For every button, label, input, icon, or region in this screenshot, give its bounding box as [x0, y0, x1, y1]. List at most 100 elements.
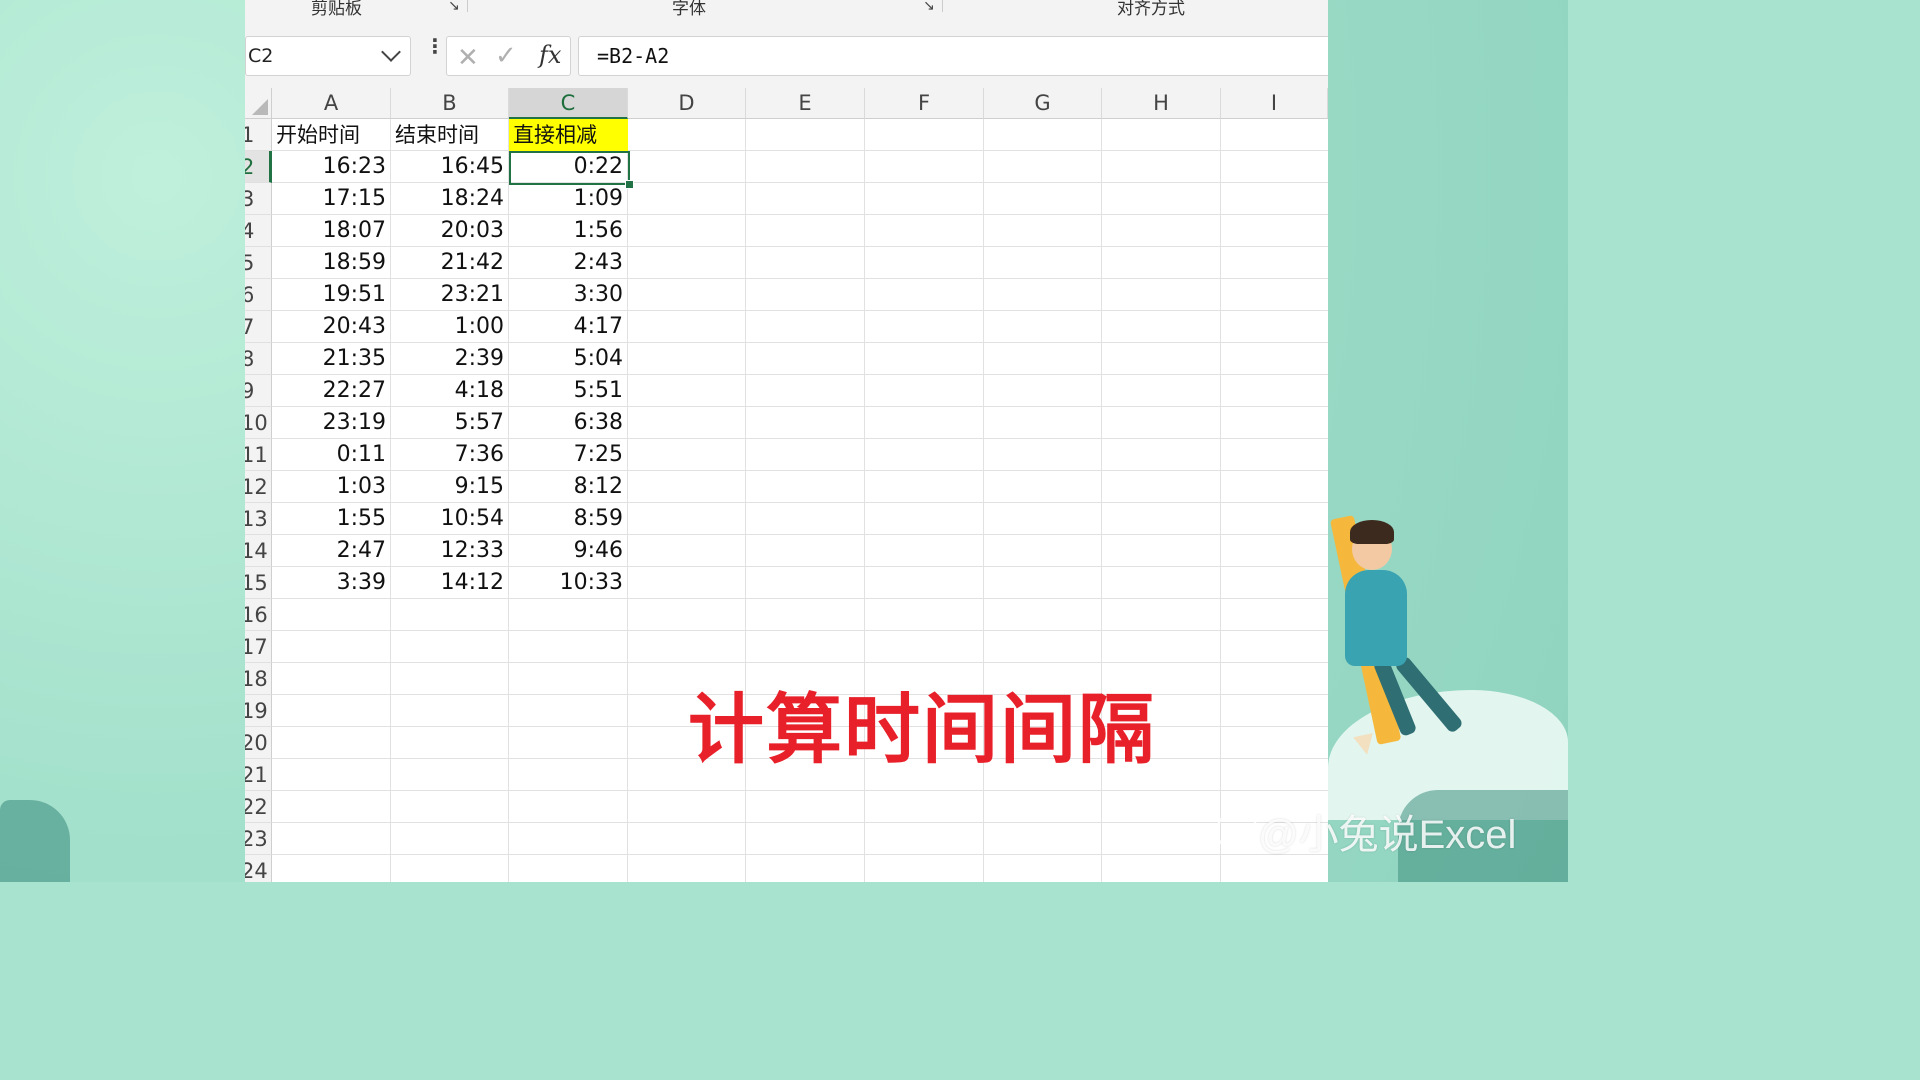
cell-b1[interactable]: 结束时间 [391, 119, 509, 151]
row-header-22[interactable]: 22 [245, 791, 272, 823]
cell-c11[interactable]: 7:25 [509, 439, 628, 471]
ribbon-group-font: 字体 [672, 0, 706, 19]
cell-b4[interactable]: 20:03 [391, 215, 509, 247]
cell-a3[interactable]: 17:15 [272, 183, 391, 215]
row-header-11[interactable]: 11 [245, 439, 272, 471]
row-header-1[interactable]: 1 [245, 119, 272, 151]
formula-input[interactable]: =B2-A2 [578, 36, 1328, 76]
row-header-3[interactable]: 3 [245, 183, 272, 215]
dialog-launcher-icon[interactable]: ↘ [923, 0, 935, 14]
row-header-14[interactable]: 14 [245, 535, 272, 567]
ribbon-strip: 剪贴板 ↘ 字体 ↘ 对齐方式 [245, 0, 1328, 23]
row-header-16[interactable]: 16 [245, 599, 272, 631]
cell-a6[interactable]: 19:51 [272, 279, 391, 311]
cell-c3[interactable]: 1:09 [509, 183, 628, 215]
column-header-h[interactable]: H [1102, 88, 1221, 119]
row-header-21[interactable]: 21 [245, 759, 272, 791]
cell-c9[interactable]: 5:51 [509, 375, 628, 407]
fill-handle[interactable] [625, 180, 634, 189]
ribbon-group-alignment: 对齐方式 [1117, 0, 1185, 19]
row-header-23[interactable]: 23 [245, 823, 272, 855]
cell-b6[interactable]: 23:21 [391, 279, 509, 311]
cell-b9[interactable]: 4:18 [391, 375, 509, 407]
cell-a12[interactable]: 1:03 [272, 471, 391, 503]
row-header-12[interactable]: 12 [245, 471, 272, 503]
column-header-i[interactable]: I [1221, 88, 1328, 119]
cell-c14[interactable]: 9:46 [509, 535, 628, 567]
cell-c4[interactable]: 1:56 [509, 215, 628, 247]
column-header-a[interactable]: A [272, 88, 391, 119]
grid-line [272, 822, 1328, 823]
pencil-tip [1353, 733, 1377, 757]
cell-b10[interactable]: 5:57 [391, 407, 509, 439]
overlay-title: 计算时间间隔 [688, 685, 1156, 774]
cell-a13[interactable]: 1:55 [272, 503, 391, 535]
cell-b2[interactable]: 16:45 [391, 151, 509, 183]
cell-a4[interactable]: 18:07 [272, 215, 391, 247]
chevron-down-icon[interactable] [381, 42, 401, 62]
more-options-icon[interactable]: ⋮ [425, 34, 445, 58]
cell-a15[interactable]: 3:39 [272, 567, 391, 599]
cell-b8[interactable]: 2:39 [391, 343, 509, 375]
dialog-launcher-icon[interactable]: ↘ [448, 0, 460, 14]
cell-c6[interactable]: 3:30 [509, 279, 628, 311]
enter-check-icon[interactable]: ✓ [495, 41, 517, 71]
row-header-2[interactable]: 2 [245, 151, 272, 183]
cell-a1[interactable]: 开始时间 [272, 119, 391, 151]
grid-line [272, 790, 1328, 791]
cell-a2[interactable]: 16:23 [272, 151, 391, 183]
row-header-4[interactable]: 4 [245, 215, 272, 247]
cell-b3[interactable]: 18:24 [391, 183, 509, 215]
cell-c5[interactable]: 2:43 [509, 247, 628, 279]
cell-c7[interactable]: 4:17 [509, 311, 628, 343]
ribbon-divider [467, 0, 468, 12]
formula-buttons: ✕ ✓ fx [446, 36, 571, 76]
column-header-b[interactable]: B [391, 88, 509, 119]
cell-b15[interactable]: 14:12 [391, 567, 509, 599]
name-box[interactable]: C2 [245, 36, 411, 76]
column-header-f[interactable]: F [865, 88, 984, 119]
row-header-13[interactable]: 13 [245, 503, 272, 535]
row-header-20[interactable]: 20 [245, 727, 272, 759]
character-body [1345, 570, 1407, 666]
cell-a7[interactable]: 20:43 [272, 311, 391, 343]
cell-c15[interactable]: 10:33 [509, 567, 628, 599]
cell-b14[interactable]: 12:33 [391, 535, 509, 567]
row-header-8[interactable]: 8 [245, 343, 272, 375]
cell-a5[interactable]: 18:59 [272, 247, 391, 279]
cell-c12[interactable]: 8:12 [509, 471, 628, 503]
row-header-15[interactable]: 15 [245, 567, 272, 599]
cell-a9[interactable]: 22:27 [272, 375, 391, 407]
row-header-17[interactable]: 17 [245, 631, 272, 663]
cell-a11[interactable]: 0:11 [272, 439, 391, 471]
row-header-9[interactable]: 9 [245, 375, 272, 407]
cell-c2[interactable]: 0:22 [509, 151, 628, 183]
cell-b7[interactable]: 1:00 [391, 311, 509, 343]
formula-text: =B2-A2 [597, 44, 670, 68]
cell-b5[interactable]: 21:42 [391, 247, 509, 279]
cell-b11[interactable]: 7:36 [391, 439, 509, 471]
row-header-10[interactable]: 10 [245, 407, 272, 439]
cell-a14[interactable]: 2:47 [272, 535, 391, 567]
select-all-corner[interactable] [245, 88, 272, 119]
column-header-d[interactable]: D [628, 88, 746, 119]
column-header-g[interactable]: G [984, 88, 1102, 119]
column-header-e[interactable]: E [746, 88, 865, 119]
cell-c1[interactable]: 直接相减 [509, 119, 628, 151]
row-header-6[interactable]: 6 [245, 279, 272, 311]
cell-c13[interactable]: 8:59 [509, 503, 628, 535]
insert-function-icon[interactable]: fx [539, 41, 561, 69]
row-header-18[interactable]: 18 [245, 663, 272, 695]
cell-b13[interactable]: 10:54 [391, 503, 509, 535]
cell-b12[interactable]: 9:15 [391, 471, 509, 503]
row-header-7[interactable]: 7 [245, 311, 272, 343]
cell-a8[interactable]: 21:35 [272, 343, 391, 375]
row-header-5[interactable]: 5 [245, 247, 272, 279]
cell-c8[interactable]: 5:04 [509, 343, 628, 375]
cell-a10[interactable]: 23:19 [272, 407, 391, 439]
cell-c10[interactable]: 6:38 [509, 407, 628, 439]
cancel-icon[interactable]: ✕ [457, 43, 479, 73]
row-header-19[interactable]: 19 [245, 695, 272, 727]
column-header-c[interactable]: C [509, 88, 628, 119]
row-header-24[interactable]: 24 [245, 855, 272, 882]
